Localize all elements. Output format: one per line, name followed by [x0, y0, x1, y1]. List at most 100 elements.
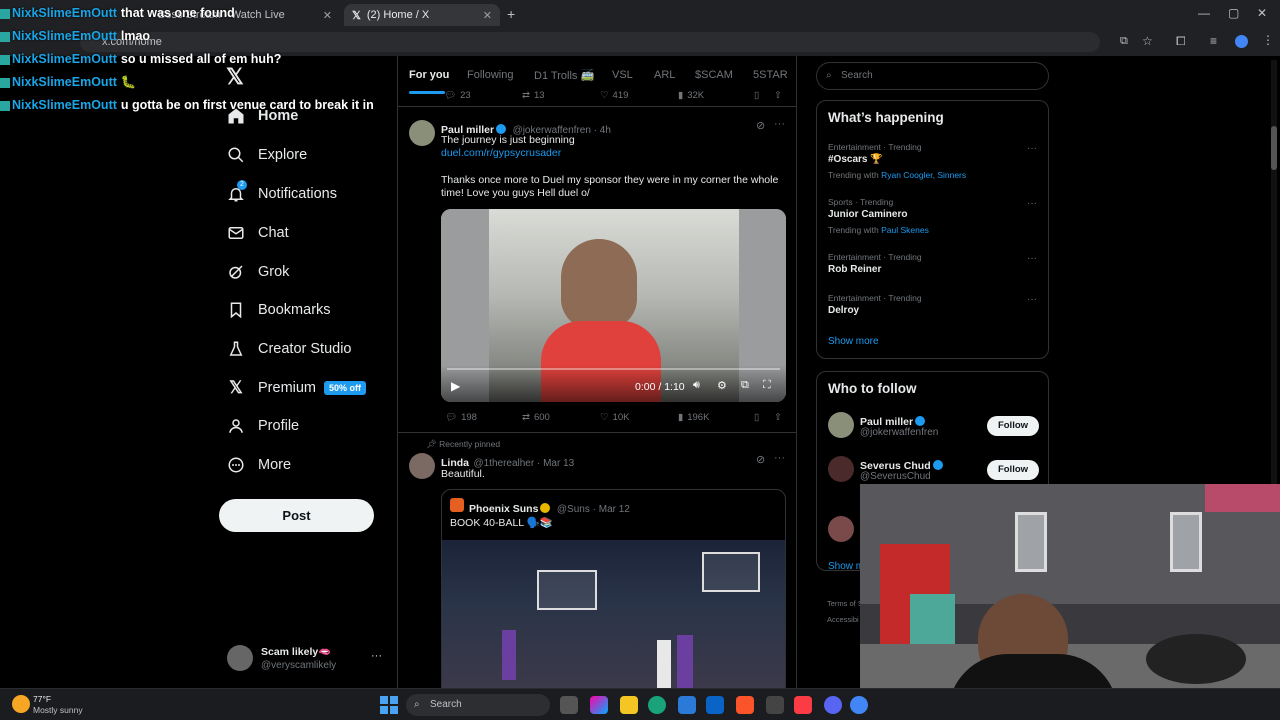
- like-action[interactable]: ♡ 419: [596, 90, 628, 101]
- avatar[interactable]: [828, 456, 854, 482]
- grok-icon[interactable]: ⊘: [756, 119, 765, 132]
- weather-sun-icon[interactable]: [12, 695, 30, 713]
- kebab-menu-icon[interactable]: ⋮: [1262, 33, 1274, 47]
- avatar[interactable]: [828, 516, 854, 542]
- nav-notifications[interactable]: 2 Notifications: [226, 180, 337, 206]
- trend-name[interactable]: Delroy: [828, 305, 859, 316]
- address-bar[interactable]: x.com/home: [80, 32, 1100, 52]
- avatar[interactable]: [409, 120, 435, 146]
- nav-premium[interactable]: 𝕏 Premium 50% off: [226, 376, 367, 400]
- trend-name[interactable]: #Oscars 🏆: [828, 154, 883, 165]
- minimize-icon[interactable]: —: [1198, 6, 1210, 20]
- maximize-icon[interactable]: ▢: [1228, 6, 1239, 20]
- weather-temp[interactable]: 77°F: [33, 694, 51, 704]
- tab-x-home[interactable]: 𝕏 (2) Home / X ✕: [344, 4, 500, 26]
- menu-list-icon[interactable]: ≡: [1210, 34, 1217, 48]
- tab-for-you[interactable]: For you: [409, 69, 449, 81]
- nav-bookmarks[interactable]: Bookmarks: [226, 298, 331, 322]
- outlook-icon[interactable]: [706, 696, 724, 714]
- gear-icon[interactable]: ⚙: [717, 379, 727, 392]
- views-action[interactable]: ▮ 32K: [674, 90, 704, 101]
- show-more-link[interactable]: Show more: [828, 336, 879, 347]
- reply-action[interactable]: 💬︎ 23: [440, 90, 471, 101]
- like-action[interactable]: ♡ 10K: [596, 412, 629, 423]
- terms-link[interactable]: Terms of S: [827, 599, 863, 608]
- avatar[interactable]: [828, 412, 854, 438]
- scrollbar-thumb[interactable]: [1271, 126, 1277, 170]
- tab-close-icon[interactable]: ✕: [315, 9, 332, 22]
- share-icon[interactable]: ⇧: [774, 90, 782, 101]
- fullscreen-icon[interactable]: ⛶: [763, 379, 771, 392]
- more-dots-icon[interactable]: ···: [1027, 198, 1037, 209]
- new-tab-icon[interactable]: +: [507, 6, 515, 22]
- tab-d1-trolls[interactable]: D1 Trolls 🚎: [534, 69, 594, 82]
- tab-5star[interactable]: 5STAR: [753, 69, 788, 81]
- basketball-image[interactable]: [442, 540, 785, 688]
- extensions-icon[interactable]: ⧠: [1176, 34, 1186, 49]
- cast-icon[interactable]: ⧉: [1120, 35, 1128, 48]
- trend-name[interactable]: Junior Caminero: [828, 209, 907, 220]
- more-dots-icon[interactable]: ···: [371, 650, 382, 662]
- views-action[interactable]: ▮ 196K: [674, 412, 709, 423]
- follow-button[interactable]: Follow: [987, 460, 1039, 480]
- accessibility-link[interactable]: Accessibi: [827, 615, 859, 624]
- chrome-icon[interactable]: [850, 696, 868, 714]
- avatar[interactable]: [409, 453, 435, 479]
- play-icon[interactable]: ▶: [451, 379, 460, 393]
- follow-button[interactable]: Follow: [987, 416, 1039, 436]
- file-explorer-icon[interactable]: [620, 696, 638, 714]
- bookmark-icon[interactable]: ▯: [754, 90, 759, 101]
- nav-explore[interactable]: Explore: [226, 143, 307, 167]
- edge-icon[interactable]: [648, 696, 666, 714]
- tab-arl[interactable]: ARL: [654, 69, 675, 81]
- volume-icon[interactable]: 🔊︎: [693, 379, 700, 392]
- weather-desc[interactable]: Mostly sunny: [33, 705, 83, 715]
- more-dots-icon[interactable]: ···: [774, 452, 785, 464]
- nav-creator-studio[interactable]: Creator Studio: [226, 337, 352, 361]
- tab-vsl[interactable]: VSL: [612, 69, 633, 81]
- grok-icon[interactable]: ⊘: [756, 453, 765, 466]
- more-dots-icon[interactable]: ···: [1027, 253, 1037, 264]
- quoted-tweet[interactable]: Phoenix Suns @Suns · Mar 12 BOOK 40-BALL…: [441, 489, 786, 688]
- reply-action[interactable]: 💬︎ 198: [441, 412, 477, 423]
- nav-profile[interactable]: Profile: [226, 414, 299, 438]
- video-progress-track[interactable]: [447, 368, 780, 370]
- show-more-link[interactable]: Show m: [828, 561, 864, 572]
- tab-scam[interactable]: $SCAM: [695, 69, 733, 81]
- store-icon[interactable]: [678, 696, 696, 714]
- pip-icon[interactable]: ⧉: [741, 379, 749, 392]
- search-input[interactable]: ⌕ Search: [816, 62, 1049, 90]
- profile-avatar[interactable]: [1235, 35, 1248, 48]
- tab-close-icon[interactable]: ✕: [475, 9, 492, 22]
- discord-icon[interactable]: [824, 696, 842, 714]
- share-icon[interactable]: ⇧: [774, 412, 782, 423]
- trend-with-link[interactable]: Paul Skenes: [881, 225, 929, 235]
- music-icon[interactable]: [794, 696, 812, 714]
- more-dots-icon[interactable]: ···: [1027, 294, 1037, 305]
- copilot-icon[interactable]: [590, 696, 608, 714]
- tweet-time[interactable]: Mar 13: [543, 458, 574, 469]
- video-player[interactable]: ▶ 0:00 / 1:10 🔊︎ ⚙ ⧉ ⛶: [441, 209, 786, 402]
- brave-icon[interactable]: [736, 696, 754, 714]
- tab-following[interactable]: Following: [467, 69, 513, 81]
- nav-chat[interactable]: Chat: [226, 221, 289, 245]
- more-dots-icon[interactable]: ···: [774, 118, 785, 130]
- trend-name[interactable]: Rob Reiner: [828, 264, 881, 275]
- post-button[interactable]: Post: [219, 499, 374, 532]
- app-icon[interactable]: [766, 696, 784, 714]
- nav-grok[interactable]: Grok: [226, 260, 289, 284]
- tweet-time[interactable]: 4h: [600, 125, 611, 136]
- taskbar-search-input[interactable]: ⌕ Search: [406, 694, 550, 716]
- account-switcher[interactable]: Scam likely🫦 @veryscamlikely ···: [219, 640, 389, 680]
- task-view-icon[interactable]: [560, 696, 578, 714]
- windows-start-icon[interactable]: [380, 696, 398, 714]
- bookmark-icon[interactable]: ▯: [754, 412, 759, 423]
- star-icon[interactable]: ☆: [1142, 34, 1153, 48]
- tweet-link[interactable]: duel.com/r/gypsycrusader: [441, 147, 561, 160]
- nav-more[interactable]: More: [226, 453, 291, 477]
- more-dots-icon[interactable]: ···: [1027, 143, 1037, 154]
- repost-action[interactable]: ⇄ 600: [518, 412, 550, 423]
- close-window-icon[interactable]: ✕: [1257, 6, 1267, 20]
- repost-action[interactable]: ⇄ 13: [518, 90, 545, 101]
- x-logo-icon[interactable]: 𝕏: [226, 64, 244, 90]
